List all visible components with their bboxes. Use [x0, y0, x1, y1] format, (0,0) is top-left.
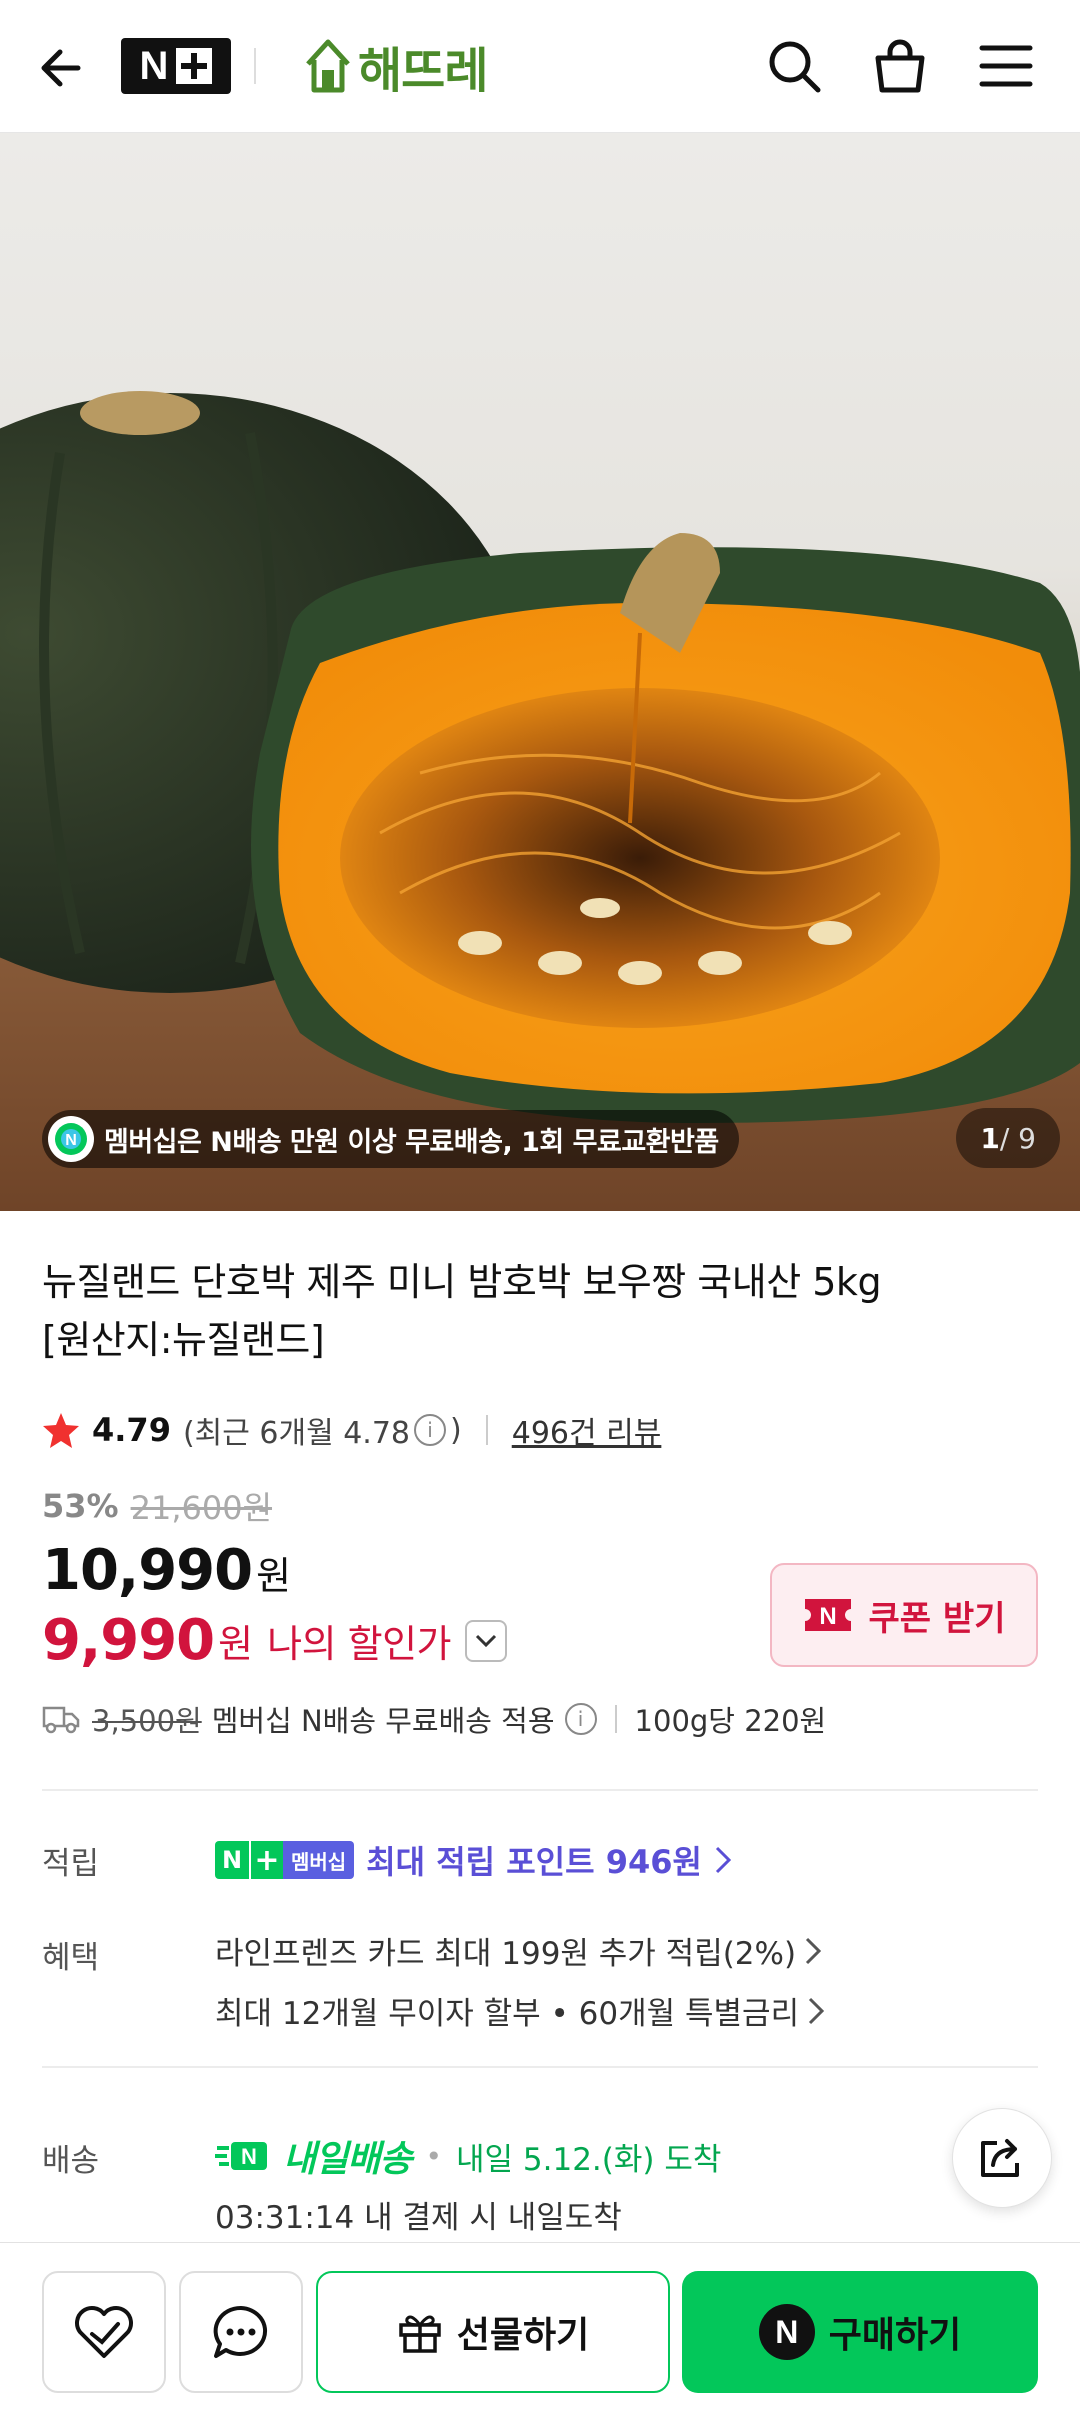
page-total: / 9: [999, 1121, 1036, 1155]
my-price-unit: 원: [218, 1622, 254, 1666]
naver-pay-n-icon: N: [758, 2304, 815, 2360]
membership-badge-label: 멤버십: [283, 1841, 355, 1879]
info-icon[interactable]: i: [414, 1414, 447, 1446]
my-discount-price[interactable]: 9,990 원 나의 할인가: [42, 1608, 507, 1673]
section-divider: [42, 2066, 1038, 2068]
svg-text:N: N: [241, 2144, 257, 2169]
rating-row: 4.79 (최근 6개월 4.78 i ) 496건 리뷰: [42, 1405, 661, 1455]
talk-talk-button[interactable]: [179, 2271, 303, 2393]
membership-badge: N + 멤버십: [215, 1841, 355, 1879]
membership-promo-banner[interactable]: N 멤버십은 N배송 만원 이상 무료배송, 1회 무료교환반품: [42, 1110, 739, 1168]
coupon-n-icon: N: [804, 1599, 851, 1631]
naver-n-letter: N: [139, 44, 169, 88]
naver-membership-icon: N: [48, 1116, 94, 1162]
chevron-down-icon[interactable]: [465, 1619, 507, 1662]
my-price-value: 9,990: [42, 1608, 215, 1673]
gift-icon: [399, 2315, 441, 2353]
star-icon: [43, 1413, 79, 1448]
plus-icon: [176, 48, 213, 84]
page-current: 1: [980, 1121, 1000, 1155]
house-logo-icon: [306, 39, 350, 93]
bottom-action-bar: 선물하기 N 구매하기: [0, 2242, 1080, 2421]
header-divider: [254, 48, 256, 84]
get-coupon-button[interactable]: N 쿠폰 받기: [770, 1563, 1038, 1667]
product-title: 뉴질랜드 단호박 제주 미니 밤호박 보우짱 국내산 5kg [원산지:뉴질랜드…: [42, 1253, 1032, 1369]
card-benefit-text: 라인프렌즈 카드 최대 199원 추가 적립(2%): [215, 1936, 797, 1972]
delivery-countdown: 03:31:14 내 결제 시 내일도착: [215, 2200, 622, 2236]
unit-price: 100g당 220원: [634, 1704, 827, 1738]
shipping-row: 3,500원 멤버십 N배송 무료배송 적용 i 100g당 220원: [42, 1694, 826, 1744]
search-icon[interactable]: [764, 36, 824, 96]
benefit-label: 혜택: [42, 1940, 100, 1976]
plus-icon: +: [249, 1841, 283, 1879]
chevron-right-icon: [806, 1937, 822, 1964]
wishlist-button[interactable]: [42, 2271, 166, 2393]
delivery-label: 배송: [42, 2143, 100, 2179]
sale-price-unit: 원: [256, 1554, 291, 1598]
heart-check-icon: [75, 2306, 133, 2358]
hamburger-menu-icon[interactable]: [976, 36, 1036, 96]
arrow-left-icon[interactable]: [34, 40, 90, 96]
shipping-text: 멤버십 N배송 무료배송 적용: [211, 1704, 555, 1738]
recent-rating: (최근 6개월 4.78: [182, 1416, 411, 1451]
shipping-fee-original: 3,500원: [92, 1704, 202, 1738]
naver-plus-logo[interactable]: N: [121, 38, 231, 94]
my-price-label: 나의 할인가: [267, 1622, 451, 1666]
coupon-label: 쿠폰 받기: [868, 1598, 1006, 1639]
fast-delivery-n-icon: N: [215, 2142, 267, 2170]
product-title-line-2: [원산지:뉴질랜드]: [42, 1318, 325, 1362]
chevron-right-icon: [715, 1846, 732, 1874]
max-points-text: 최대 적립 포인트 946원: [366, 1843, 702, 1881]
delivery-dot: •: [425, 2139, 442, 2173]
installment-benefit-text: 최대 12개월 무이자 할부 • 60개월 특별금리: [215, 1996, 800, 2032]
info-icon[interactable]: i: [564, 1703, 597, 1735]
pumpkin-product-image: [0, 391, 1080, 1123]
points-label: 적립: [42, 1846, 100, 1882]
installment-benefit-link[interactable]: 최대 12개월 무이자 할부 • 60개월 특별금리: [215, 1988, 825, 2033]
section-divider: [42, 1789, 1038, 1791]
gift-label: 선물하기: [456, 2315, 590, 2356]
rating-score: 4.79: [92, 1411, 171, 1449]
buy-button[interactable]: N 구매하기: [682, 2271, 1038, 2393]
truck-icon: [42, 1706, 80, 1734]
discount-percent: 53%: [42, 1487, 119, 1525]
shipping-divider: [614, 1705, 617, 1733]
chevron-right-icon: [809, 1997, 825, 2024]
share-button[interactable]: [952, 2108, 1052, 2208]
buy-label: 구매하기: [828, 2315, 962, 2356]
product-image-carousel[interactable]: [0, 133, 1080, 1211]
sale-price: 10,990 원: [42, 1538, 291, 1603]
naver-n-letter: N: [215, 1841, 249, 1879]
gift-button[interactable]: 선물하기: [316, 2271, 670, 2393]
rating-divider: [485, 1415, 488, 1445]
max-points-link[interactable]: N + 멤버십 최대 적립 포인트 946원: [215, 1835, 732, 1885]
sale-price-value: 10,990: [42, 1538, 253, 1603]
recent-rating-close: ): [450, 1412, 462, 1448]
delivery-eta: 내일 5.12.(화) 도착: [456, 2141, 722, 2178]
shopping-bag-icon[interactable]: [870, 36, 930, 96]
promo-text: 멤버십은 N배송 만원 이상 무료배송, 1회 무료교환반품: [104, 1126, 719, 1158]
delivery-brand: 내일배송: [283, 2139, 412, 2180]
product-title-line-1: 뉴질랜드 단호박 제주 미니 밤호박 보우짱 국내산 5kg: [42, 1260, 882, 1304]
svg-text:N: N: [65, 1132, 77, 1149]
original-price: 21,600원: [130, 1489, 273, 1527]
delivery-info: N 내일배송 • 내일 5.12.(화) 도착: [215, 2130, 721, 2182]
top-header: N 해뜨레: [0, 0, 1080, 133]
share-icon: [981, 2139, 1019, 2177]
svg-text:N: N: [819, 1603, 836, 1630]
store-brand-logo[interactable]: 해뜨레: [304, 32, 488, 100]
review-count-link[interactable]: 496건 리뷰: [512, 1408, 662, 1452]
chat-bubble-icon: [213, 2305, 267, 2358]
card-benefit-link[interactable]: 라인프렌즈 카드 최대 199원 추가 적립(2%): [215, 1928, 822, 1973]
store-brand-name: 해뜨레: [358, 43, 488, 99]
image-page-indicator: 1 / 9: [956, 1108, 1060, 1168]
discount-row: 53% 21,600원: [42, 1483, 272, 1529]
